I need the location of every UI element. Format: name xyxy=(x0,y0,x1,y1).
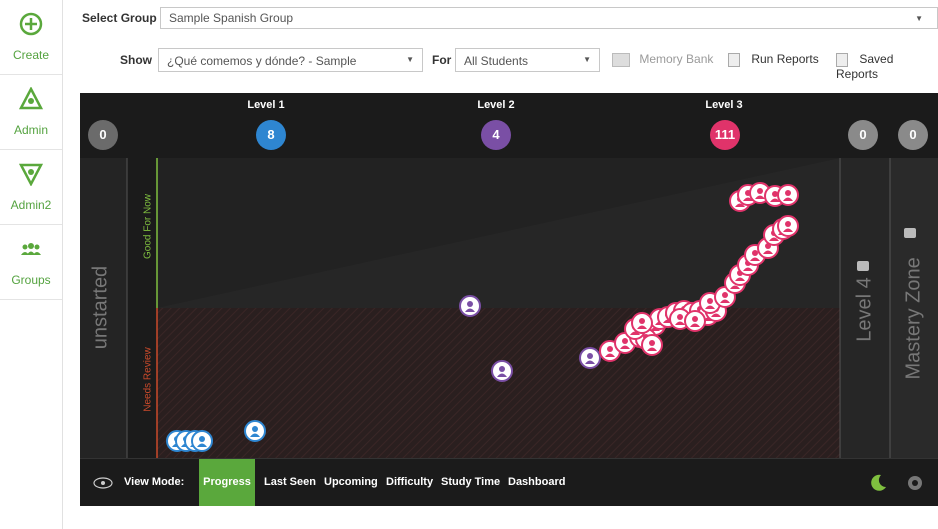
show-label: Show xyxy=(120,53,152,67)
sidebar-item-label: Create xyxy=(12,48,50,62)
person-icon xyxy=(622,338,628,344)
for-dropdown[interactable]: All Students ▼ xyxy=(455,48,600,72)
chart-canvas xyxy=(80,157,938,458)
run-reports-label: Run Reports xyxy=(751,52,819,66)
sidebar-item-admin2[interactable]: Admin2 xyxy=(0,150,62,225)
tab-difficulty[interactable]: Difficulty xyxy=(386,459,433,506)
person-icon xyxy=(785,190,791,196)
good-for-now-label: Good For Now xyxy=(142,193,154,260)
person-icon xyxy=(639,318,645,324)
settings-gear-icon[interactable] xyxy=(905,473,925,493)
sidebar: Create Admin Admin2 Groups xyxy=(0,0,63,529)
moon-icon[interactable] xyxy=(868,473,888,493)
progress-chart: Level 1 Level 2 Level 3 0 8 4 111 0 0 un… xyxy=(80,93,938,505)
memory-bank-label: Memory Bank xyxy=(639,52,714,66)
tab-study-time[interactable]: Study Time xyxy=(441,459,500,506)
person-icon xyxy=(199,436,205,442)
person-icon xyxy=(785,221,791,227)
show-dropdown[interactable]: ¿Qué comemos y dónde? - Sample ▼ xyxy=(158,48,423,72)
unstarted-label: unstarted xyxy=(89,265,112,350)
person-icon xyxy=(707,298,713,304)
person-icon xyxy=(692,316,698,322)
person-icon xyxy=(467,301,473,307)
sidebar-item-label: Admin xyxy=(13,123,48,137)
person-icon xyxy=(722,292,728,298)
admin-icon xyxy=(19,87,43,110)
admin2-icon xyxy=(19,163,43,186)
image-icon xyxy=(612,52,630,67)
saved-reports-button[interactable]: Saved Reports xyxy=(836,52,938,81)
sidebar-item-label: Groups xyxy=(11,273,51,287)
eye-icon xyxy=(93,477,113,489)
sidebar-item-label: Admin2 xyxy=(10,198,52,212)
report-icon xyxy=(728,52,740,67)
sidebar-item-groups[interactable]: Groups xyxy=(0,225,62,300)
person-icon xyxy=(752,250,758,256)
tab-upcoming[interactable]: Upcoming xyxy=(324,459,378,506)
for-label: For xyxy=(432,53,452,67)
level-2-count-badge[interactable]: 4 xyxy=(481,120,511,150)
chevron-down-icon: ▼ xyxy=(406,55,414,64)
sidebar-item-create[interactable]: Create xyxy=(0,0,62,75)
mastery-zone-label: Mastery Zone xyxy=(902,257,925,380)
level-1-title: Level 1 xyxy=(247,99,285,111)
person-icon xyxy=(677,314,683,320)
select-group-value: Sample Spanish Group xyxy=(169,11,294,25)
lock-icon xyxy=(857,261,869,271)
level-2-title: Level 2 xyxy=(477,99,515,111)
chevron-down-icon: ▼ xyxy=(583,55,591,64)
mastery-count-badge[interactable]: 0 xyxy=(898,120,928,150)
level-1-count-badge[interactable]: 8 xyxy=(256,120,286,150)
tab-progress[interactable]: Progress xyxy=(199,459,255,506)
person-icon xyxy=(757,188,763,194)
groups-icon xyxy=(21,243,41,255)
tab-last-seen[interactable]: Last Seen xyxy=(264,459,316,506)
person-icon xyxy=(587,353,593,359)
level-4-count-badge[interactable]: 0 xyxy=(848,120,878,150)
show-value: ¿Qué comemos y dónde? - Sample xyxy=(167,54,357,68)
level-3-title: Level 3 xyxy=(705,99,743,111)
for-value: All Students xyxy=(464,54,529,68)
person-icon xyxy=(649,340,655,346)
run-reports-button[interactable]: Run Reports xyxy=(728,52,819,67)
select-group-dropdown[interactable]: Sample Spanish Group ▼ xyxy=(160,7,938,29)
tab-dashboard[interactable]: Dashboard xyxy=(508,459,565,506)
needs-review-label: Needs Review xyxy=(142,347,154,412)
level-3-count-badge[interactable]: 111 xyxy=(710,120,740,150)
sidebar-item-admin[interactable]: Admin xyxy=(0,75,62,150)
view-mode-label: View Mode: xyxy=(124,476,185,488)
select-group-label: Select Group xyxy=(82,11,157,25)
save-icon xyxy=(836,52,848,67)
memory-bank-button[interactable]: Memory Bank xyxy=(612,52,713,67)
unstarted-count-badge[interactable]: 0 xyxy=(88,120,118,150)
person-icon xyxy=(252,426,258,432)
level-4-label: Level 4 xyxy=(853,277,876,342)
person-icon xyxy=(499,366,505,372)
chevron-down-icon: ▼ xyxy=(915,14,923,23)
plus-circle-icon xyxy=(19,12,43,36)
person-icon xyxy=(607,346,613,352)
lock-icon xyxy=(904,228,916,238)
view-mode-bar: View Mode: Progress Last Seen Upcoming D… xyxy=(80,458,938,506)
